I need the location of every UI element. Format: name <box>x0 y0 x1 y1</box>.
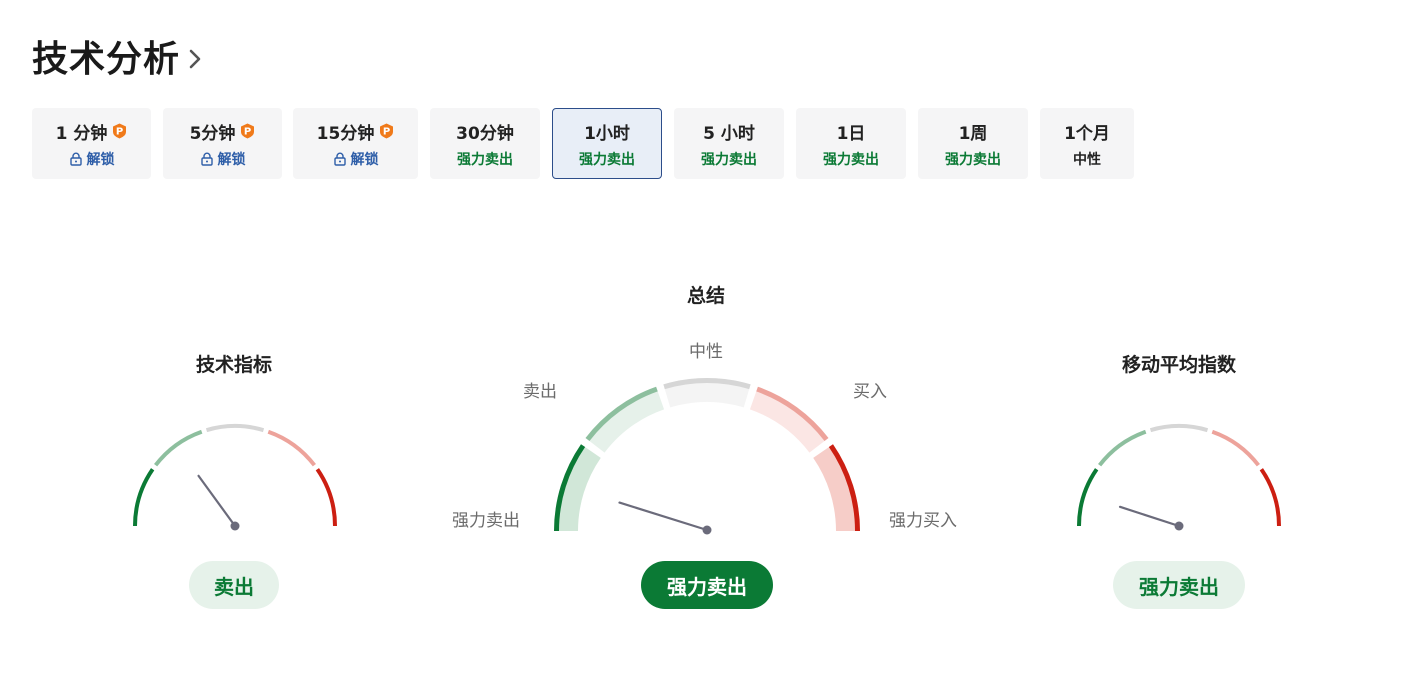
timeframe-tab-status: 强力卖出 <box>823 151 879 168</box>
svg-text:P: P <box>116 127 123 138</box>
lock-icon <box>200 152 214 166</box>
summary-result-badge: 强力卖出 <box>641 561 773 609</box>
timeframe-tab-status[interactable]: 解锁 <box>218 149 246 169</box>
summary-gauge-title: 总结 <box>686 285 725 307</box>
gauge-needle <box>1118 505 1181 528</box>
timeframe-tab-label: 1个月 <box>1064 123 1110 144</box>
lock-icon <box>69 152 83 166</box>
gauge-segment-sell <box>154 429 203 467</box>
gauge-segment-neutral <box>1149 424 1209 433</box>
summary-label-strong-sell: 强力卖出 <box>452 511 520 531</box>
gauge-band-buy <box>749 386 829 453</box>
svg-text:P: P <box>244 127 251 138</box>
timeframe-tab-label: 1日 <box>836 123 866 144</box>
timeframe-tab-status: 强力卖出 <box>701 151 757 168</box>
chevron-right-icon[interactable] <box>188 48 202 70</box>
timeframe-tab-status: 强力卖出 <box>457 151 513 168</box>
summary-gauge <box>554 378 860 535</box>
summary-label-neutral: 中性 <box>689 342 723 362</box>
gauge-needle <box>618 501 709 532</box>
gauge-needle-pivot <box>230 521 240 531</box>
indicators-result-badge: 卖出 <box>189 561 279 609</box>
pro-badge-icon: P <box>379 123 394 139</box>
timeframe-tab-label: 1小时 <box>584 123 630 144</box>
timeframe-tab-label: 1周 <box>958 123 988 144</box>
timeframe-tab[interactable]: 1小时强力卖出 <box>552 108 662 179</box>
timeframe-tab-label: 1 分钟 <box>55 123 108 144</box>
indicators-gauge-title: 技术指标 <box>195 354 272 376</box>
timeframe-tab-label: 15分钟 <box>316 123 375 144</box>
timeframe-tab[interactable]: 1周强力卖出 <box>918 108 1028 179</box>
timeframe-tab[interactable]: 15分钟 P 解锁 <box>293 108 418 179</box>
pro-badge-icon: P <box>112 123 127 139</box>
timeframe-tab[interactable]: 5分钟 P 解锁 <box>163 108 282 179</box>
gauge-segment-neutral <box>205 424 265 433</box>
page-title: 技术分析 <box>32 39 181 80</box>
timeframe-tab-status: 强力卖出 <box>945 151 1001 168</box>
timeframe-tab[interactable]: 1 分钟 P 解锁 <box>32 108 151 179</box>
gauge-segment-buy <box>267 429 316 467</box>
timeframe-tab-status: 中性 <box>1073 151 1101 168</box>
gauge-band-sell <box>585 386 665 453</box>
pro-badge-icon: P <box>240 123 255 139</box>
section-header[interactable]: 技术分析 <box>32 30 202 82</box>
gauge-segment-buy <box>1211 429 1260 467</box>
moving-averages-gauge-title: 移动平均指数 <box>1121 354 1236 376</box>
gauge-segment-strong-sell <box>133 468 155 527</box>
gauge-segment-sell <box>1098 429 1147 467</box>
gauge-needle <box>197 474 237 528</box>
lock-icon <box>333 152 347 166</box>
svg-text:P: P <box>383 127 390 138</box>
gauge-segment-strong-buy <box>315 468 337 527</box>
moving-averages-result-badge: 强力卖出 <box>1113 561 1245 609</box>
timeframe-tab-status[interactable]: 解锁 <box>351 149 379 169</box>
timeframe-tab[interactable]: 5 小时强力卖出 <box>674 108 784 179</box>
timeframe-tab[interactable]: 1个月中性 <box>1040 108 1134 179</box>
gauge-segment-strong-sell <box>1077 468 1099 527</box>
timeframe-tab[interactable]: 1日强力卖出 <box>796 108 906 179</box>
timeframe-tab-label: 5 小时 <box>703 123 755 144</box>
moving-averages-gauge <box>1077 424 1281 531</box>
timeframe-tab[interactable]: 30分钟强力卖出 <box>430 108 540 179</box>
gauge-segment-strong-buy <box>1259 468 1281 527</box>
timeframe-tab-status[interactable]: 解锁 <box>87 149 115 169</box>
gauge-needle-pivot <box>1174 521 1184 531</box>
summary-label-strong-buy: 强力买入 <box>889 511 957 531</box>
timeframe-tab-label: 30分钟 <box>456 123 514 144</box>
timeframe-tab-status: 强力卖出 <box>579 151 635 168</box>
timeframe-tab-label: 5分钟 <box>189 123 236 144</box>
indicators-gauge <box>133 424 337 531</box>
gauge-needle-pivot <box>702 525 712 535</box>
